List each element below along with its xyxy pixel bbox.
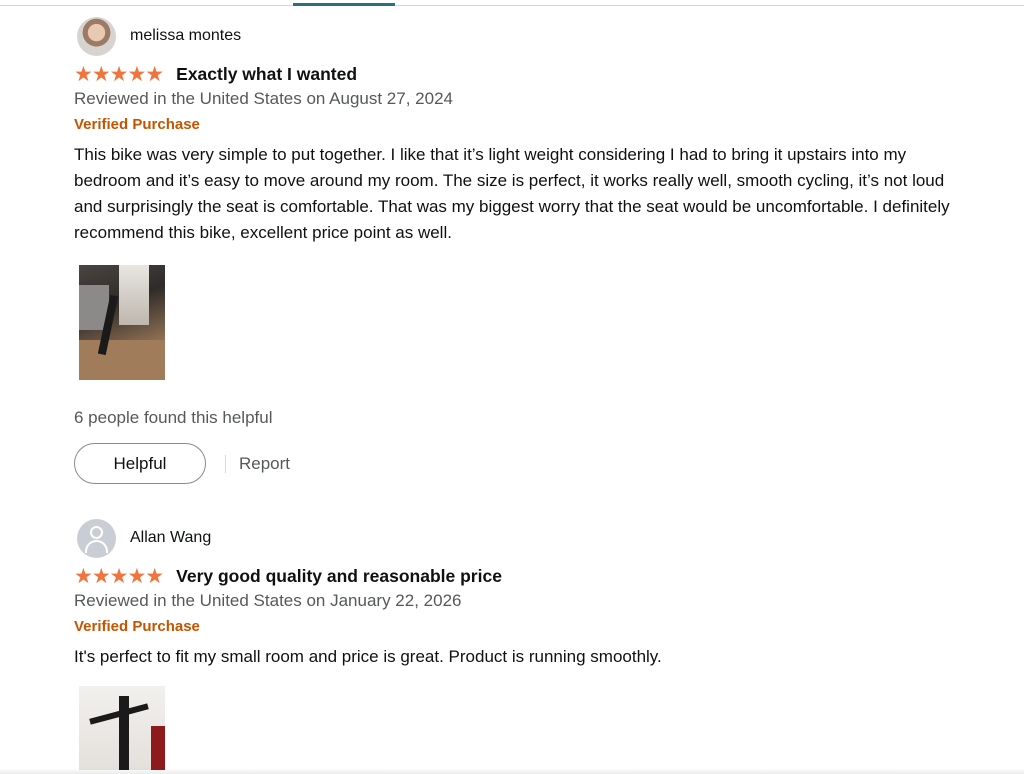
active-tab-indicator — [293, 3, 395, 6]
review-body: This bike was very simple to put togethe… — [74, 145, 950, 242]
review-card: Allan Wang ★★★★★ Very good quality and r… — [74, 518, 964, 770]
report-link[interactable]: Report — [239, 454, 290, 474]
star-rating-icon[interactable]: ★★★★★ — [74, 62, 164, 86]
photo-red-object-shape — [151, 726, 165, 770]
star-rating-icon[interactable]: ★★★★★ — [74, 564, 164, 588]
rating-line: ★★★★★ Exactly what I wanted — [74, 61, 964, 87]
verified-purchase-badge: Verified Purchase — [74, 116, 200, 133]
reviewer-profile[interactable]: melissa montes — [74, 16, 964, 56]
review-title[interactable]: Exactly what I wanted — [176, 64, 357, 85]
review-date: Reviewed in the United States on August … — [74, 89, 453, 108]
helpful-button[interactable]: Helpful — [74, 443, 206, 484]
reviewer-avatar[interactable] — [77, 16, 116, 56]
verified-purchase-badge: Verified Purchase — [74, 618, 200, 635]
helpful-count: 6 people found this helpful — [74, 408, 273, 427]
action-divider — [225, 454, 226, 473]
bottom-edge-shadow — [0, 768, 1024, 774]
reviewer-name[interactable]: melissa montes — [130, 27, 241, 45]
avatar-shoulders-shape — [85, 539, 108, 553]
review-photo-thumbnail[interactable] — [79, 265, 165, 380]
review-actions: Helpful Report — [74, 443, 964, 484]
photo-window-shape — [119, 265, 149, 325]
avatar-head-shape — [90, 525, 103, 539]
top-divider — [0, 5, 1024, 6]
reviewer-name[interactable]: Allan Wang — [130, 529, 211, 547]
review-card: melissa montes ★★★★★ Exactly what I want… — [74, 16, 964, 484]
photo-bike-shape — [119, 696, 129, 770]
reviewer-profile[interactable]: Allan Wang — [74, 518, 964, 558]
review-date: Reviewed in the United States on January… — [74, 591, 462, 610]
photo-floor-shape — [79, 340, 165, 380]
review-body: It's perfect to fit my small room and pr… — [74, 647, 662, 666]
reviews-page: melissa montes ★★★★★ Exactly what I want… — [0, 0, 1024, 774]
rating-line: ★★★★★ Very good quality and reasonable p… — [74, 563, 964, 589]
review-title[interactable]: Very good quality and reasonable price — [176, 566, 502, 587]
user-avatar-icon[interactable] — [77, 518, 116, 558]
review-photo-thumbnail[interactable] — [79, 686, 165, 770]
